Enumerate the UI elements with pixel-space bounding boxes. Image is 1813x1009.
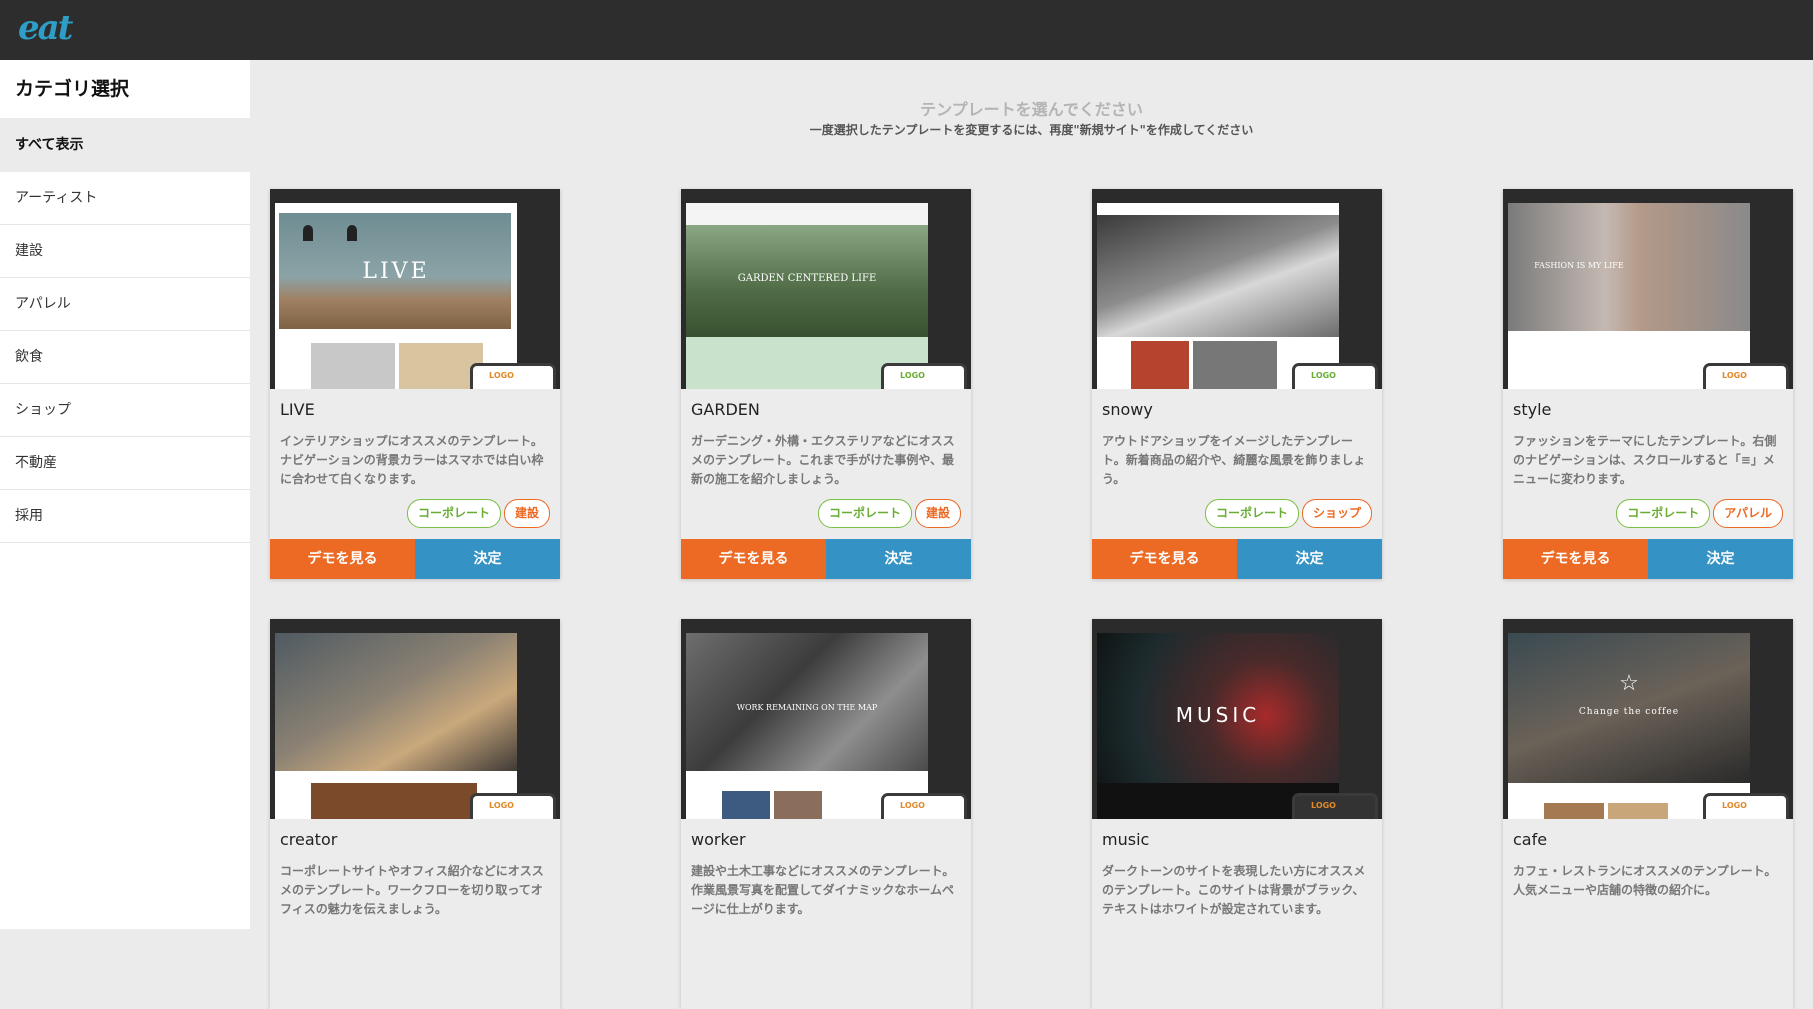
template-card: MUSIC LOGO music ダークトーンのサイトを表現したい方にオススメの… xyxy=(1092,619,1382,1009)
template-name: style xyxy=(1513,400,1552,419)
template-tags: コーポレート アパレル xyxy=(1613,499,1783,528)
sidebar-item-artist[interactable]: アーティスト xyxy=(0,172,250,225)
template-description: ダークトーンのサイトを表現したい方にオススメのテンプレート。このサイトは背景がブ… xyxy=(1102,864,1366,916)
select-button[interactable]: 決定 xyxy=(1237,539,1382,579)
template-thumbnail[interactable]: FASHION IS MY LIFE LOGO xyxy=(1503,189,1793,389)
template-card: LIVE LOGO LIVE インテリアショップにオススメのテンプレート。ナビゲ… xyxy=(270,189,560,579)
thumb-hero-text: MUSIC xyxy=(1175,703,1261,727)
sidebar-item-all[interactable]: すべて表示 xyxy=(0,118,250,172)
template-thumbnail[interactable]: WORK REMAINING ON THE MAP LOGO xyxy=(681,619,971,819)
template-name: GARDEN xyxy=(691,400,760,419)
demo-button[interactable]: デモを見る xyxy=(1503,539,1648,579)
thumb-hero-text: LIVE xyxy=(362,259,430,284)
phone-preview: LOGO xyxy=(1292,363,1378,389)
template-name: creator xyxy=(280,830,338,849)
template-thumbnail[interactable]: GARDEN CENTERED LIFE LOGO xyxy=(681,189,971,389)
template-card: WORK REMAINING ON THE MAP LOGO worker 建設… xyxy=(681,619,971,1009)
template-description: アウトドアショップをイメージしたテンプレート。新着商品の紹介や、綺麗な風景を飾り… xyxy=(1102,434,1366,486)
template-description: ファッションをテーマにしたテンプレート。右側のナビゲーションは、スクロールすると… xyxy=(1513,434,1777,486)
template-name: music xyxy=(1102,830,1150,849)
sidebar: カテゴリ選択 すべて表示 アーティスト 建設 アパレル 飲食 ショップ 不動産 … xyxy=(0,60,250,929)
tag-corporate[interactable]: コーポレート xyxy=(1204,499,1299,528)
thumb-hero-text: Change the coffee xyxy=(1578,707,1680,717)
phone-preview: LOGO xyxy=(881,363,967,389)
template-thumbnail[interactable]: LOGO xyxy=(1092,189,1382,389)
star-icon: ☆ xyxy=(1619,671,1639,696)
template-card: FASHION IS MY LIFE LOGO style ファッションをテーマ… xyxy=(1503,189,1793,579)
template-name: worker xyxy=(691,830,746,849)
template-description: インテリアショップにオススメのテンプレート。ナビゲーションの背景カラーはスマホで… xyxy=(280,434,544,486)
demo-button[interactable]: デモを見る xyxy=(681,539,826,579)
template-tags: コーポレート ショップ xyxy=(1202,499,1372,528)
thumb-screen xyxy=(1097,203,1339,389)
app-logo[interactable]: eat xyxy=(18,8,73,48)
thumb-screen xyxy=(275,633,517,819)
thumb-screen: WORK REMAINING ON THE MAP xyxy=(686,633,928,819)
thumb-screen: ☆ Change the coffee xyxy=(1508,633,1750,819)
template-name: cafe xyxy=(1513,830,1548,849)
page-title: テンプレートを選んでください xyxy=(920,100,1143,119)
top-bar: eat xyxy=(0,0,1813,60)
page-subtitle-wrap: 一度選択したテンプレートを変更するには、再度"新規サイト"を作成してください xyxy=(250,121,1813,138)
sidebar-item-shop[interactable]: ショップ xyxy=(0,384,250,437)
sidebar-item-realestate[interactable]: 不動産 xyxy=(0,437,250,490)
tag-construction[interactable]: 建設 xyxy=(914,499,961,528)
template-tags: コーポレート 建設 xyxy=(404,499,550,528)
select-button[interactable]: 決定 xyxy=(1648,539,1793,579)
phone-preview: LOGO xyxy=(1703,363,1789,389)
tag-apparel[interactable]: アパレル xyxy=(1713,499,1783,528)
page-title-wrap: テンプレートを選んでください xyxy=(250,96,1813,120)
template-description: ガーデニング・外構・エクステリアなどにオススメのテンプレート。これまで手がけた事… xyxy=(691,434,955,486)
template-name: snowy xyxy=(1102,400,1153,419)
select-button[interactable]: 決定 xyxy=(415,539,560,579)
template-thumbnail[interactable]: MUSIC LOGO xyxy=(1092,619,1382,819)
template-tags: コーポレート 建設 xyxy=(815,499,961,528)
thumb-screen: MUSIC xyxy=(1097,633,1339,819)
phone-preview: LOGO xyxy=(470,793,556,819)
template-description: コーポレートサイトやオフィス紹介などにオススメのテンプレート。ワークフローを切り… xyxy=(280,864,544,916)
template-card: ☆ Change the coffee LOGO cafe カフェ・レストランに… xyxy=(1503,619,1793,1009)
template-card: LOGO creator コーポレートサイトやオフィス紹介などにオススメのテンプ… xyxy=(270,619,560,1009)
sidebar-item-food[interactable]: 飲食 xyxy=(0,331,250,384)
template-thumbnail[interactable]: LOGO xyxy=(270,619,560,819)
phone-preview: LOGO xyxy=(470,363,556,389)
template-card: LOGO snowy アウトドアショップをイメージしたテンプレート。新着商品の紹… xyxy=(1092,189,1382,579)
tag-shop[interactable]: ショップ xyxy=(1301,499,1372,528)
tag-construction[interactable]: 建設 xyxy=(503,499,550,528)
thumb-hero-text: FASHION IS MY LIFE xyxy=(1534,261,1624,270)
template-thumbnail[interactable]: LIVE LOGO xyxy=(270,189,560,389)
sidebar-item-recruit[interactable]: 採用 xyxy=(0,490,250,543)
phone-preview: LOGO xyxy=(1703,793,1789,819)
page-subtitle: 一度選択したテンプレートを変更するには、再度"新規サイト"を作成してください xyxy=(809,123,1254,137)
thumb-hero-text: GARDEN CENTERED LIFE xyxy=(737,273,877,284)
template-card: GARDEN CENTERED LIFE LOGO GARDEN ガーデニング・… xyxy=(681,189,971,579)
sidebar-item-construction[interactable]: 建設 xyxy=(0,225,250,278)
template-description: 建設や土木工事などにオススメのテンプレート。作業風景写真を配置してダイナミックな… xyxy=(691,864,955,916)
phone-preview: LOGO xyxy=(1292,793,1378,819)
thumb-screen: FASHION IS MY LIFE xyxy=(1508,203,1750,389)
thumb-screen: GARDEN CENTERED LIFE xyxy=(686,203,928,389)
tag-corporate[interactable]: コーポレート xyxy=(1616,499,1711,528)
select-button[interactable]: 決定 xyxy=(826,539,971,579)
template-description: カフェ・レストランにオススメのテンプレート。人気メニューや店舗の特徴の紹介に。 xyxy=(1513,864,1777,897)
demo-button[interactable]: デモを見る xyxy=(270,539,415,579)
demo-button[interactable]: デモを見る xyxy=(1092,539,1237,579)
sidebar-title: カテゴリ選択 xyxy=(15,78,130,100)
template-thumbnail[interactable]: ☆ Change the coffee LOGO xyxy=(1503,619,1793,819)
tag-corporate[interactable]: コーポレート xyxy=(817,499,912,528)
tag-corporate[interactable]: コーポレート xyxy=(406,499,501,528)
thumb-screen: LIVE xyxy=(275,203,517,389)
template-name: LIVE xyxy=(280,400,315,419)
sidebar-item-apparel[interactable]: アパレル xyxy=(0,278,250,331)
phone-preview: LOGO xyxy=(881,793,967,819)
thumb-hero-text: WORK REMAINING ON THE MAP xyxy=(736,703,878,712)
